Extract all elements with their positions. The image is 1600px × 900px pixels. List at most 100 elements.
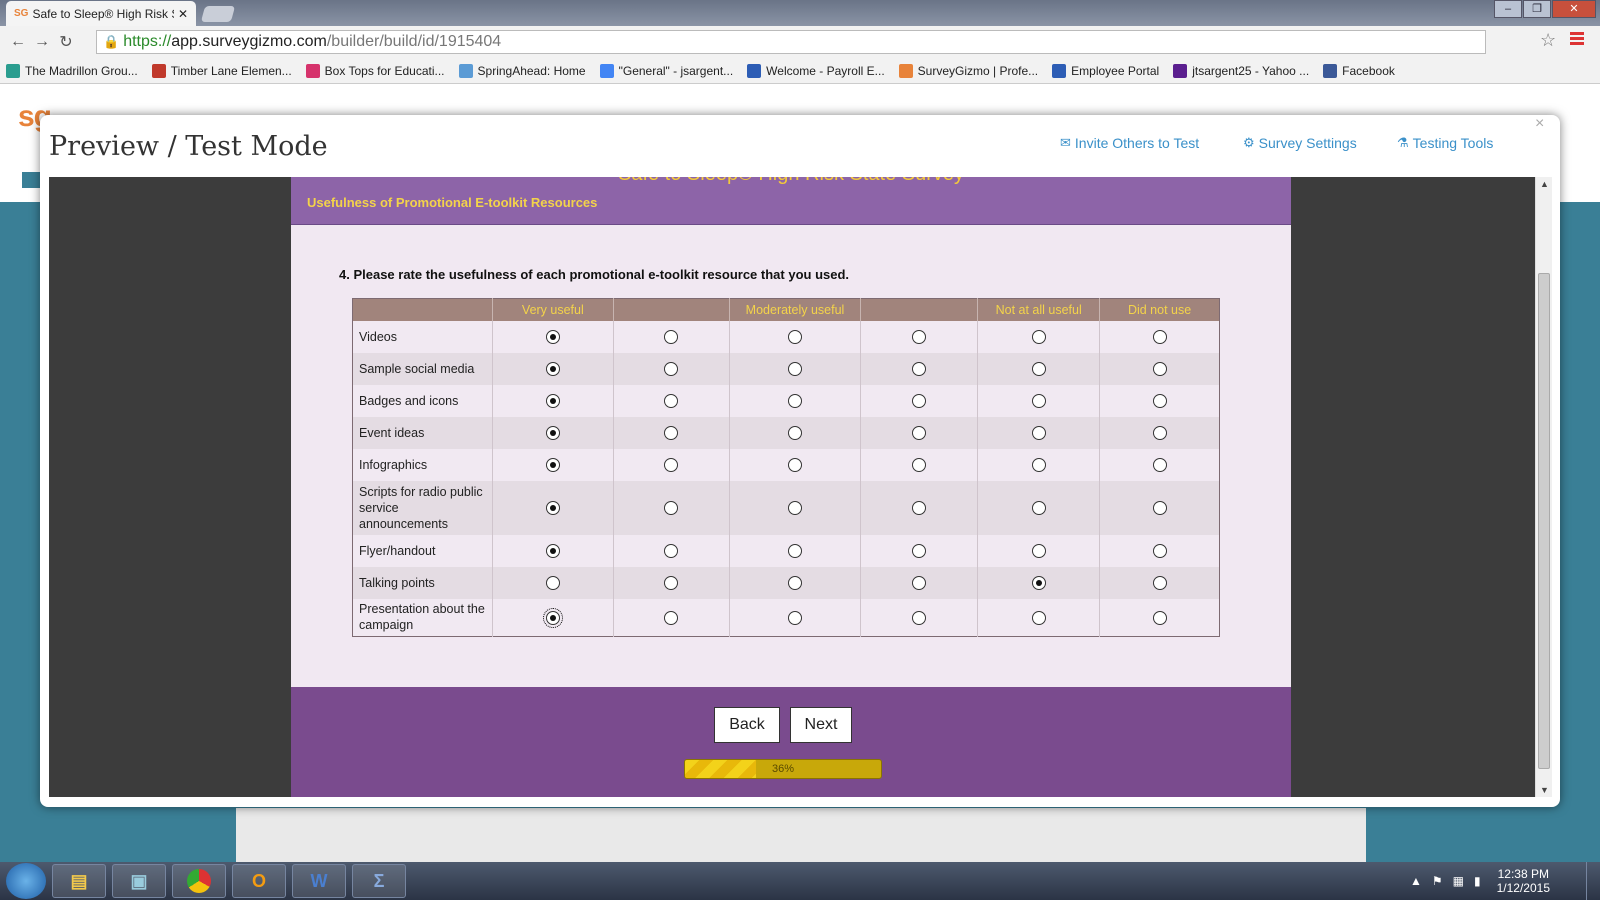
rating-radio[interactable] <box>1152 575 1167 590</box>
rating-radio[interactable] <box>664 361 679 376</box>
bookmark-item[interactable]: Welcome - Payroll E... <box>747 63 885 78</box>
grid-cell <box>728 320 861 353</box>
flag-icon[interactable]: ⚑ <box>1432 874 1443 888</box>
network-signal-icon[interactable]: ▮ <box>1474 874 1481 888</box>
show-desktop-button[interactable] <box>1586 862 1600 900</box>
bookmark-item[interactable]: Employee Portal <box>1052 63 1159 78</box>
rating-radio[interactable] <box>1031 543 1046 558</box>
rating-radio[interactable] <box>1031 500 1046 515</box>
rating-radio[interactable] <box>1152 457 1167 472</box>
rating-radio[interactable] <box>788 329 803 344</box>
rating-radio[interactable] <box>1152 543 1167 558</box>
rating-radio[interactable] <box>545 500 560 515</box>
rating-radio[interactable] <box>1152 393 1167 408</box>
rating-radio[interactable] <box>664 500 679 515</box>
rating-radio[interactable] <box>545 393 560 408</box>
rating-radio[interactable] <box>912 361 927 376</box>
rating-radio[interactable] <box>788 393 803 408</box>
browser-tab[interactable]: SG Safe to Sleep® High Risk S ✕ <box>6 1 196 26</box>
rating-radio[interactable] <box>1031 425 1046 440</box>
bookmark-item[interactable]: Box Tops for Educati... <box>305 63 445 78</box>
rating-radio[interactable] <box>545 575 560 590</box>
preview-scrollbar[interactable]: ▲ ▼ <box>1535 177 1552 797</box>
calculator-icon[interactable]: Σ <box>352 864 406 898</box>
rating-radio[interactable] <box>912 543 927 558</box>
rating-radio[interactable] <box>545 457 560 472</box>
back-button[interactable]: Back <box>714 707 780 743</box>
rating-radio[interactable] <box>664 610 679 625</box>
word-icon[interactable]: W <box>292 864 346 898</box>
rating-radio[interactable] <box>664 425 679 440</box>
rating-radio[interactable] <box>788 543 803 558</box>
clock[interactable]: 12:38 PM 1/12/2015 <box>1497 867 1550 895</box>
rating-radio[interactable] <box>912 575 927 590</box>
rating-radio[interactable] <box>545 361 560 376</box>
rating-radio[interactable] <box>788 610 803 625</box>
rating-radio[interactable] <box>664 329 679 344</box>
rating-radio[interactable] <box>912 329 927 344</box>
rating-radio[interactable] <box>1152 500 1167 515</box>
explorer-icon[interactable]: ▤ <box>52 864 106 898</box>
rating-radio[interactable] <box>788 500 803 515</box>
rating-radio[interactable] <box>788 361 803 376</box>
reload-icon[interactable]: ↻ <box>54 32 78 52</box>
bookmark-star-icon[interactable]: ☆ <box>1540 30 1556 51</box>
address-bar[interactable]: 🔒 https:// app.surveygizmo.com /builder/… <box>96 30 1486 54</box>
new-tab-button[interactable] <box>200 6 236 22</box>
minimize-icon[interactable]: ‒ <box>1494 0 1522 18</box>
rating-radio[interactable] <box>545 543 560 558</box>
back-arrow-icon[interactable]: ← <box>6 33 30 51</box>
rating-radio[interactable] <box>912 425 927 440</box>
rating-radio[interactable] <box>1031 393 1046 408</box>
rating-radio[interactable] <box>664 457 679 472</box>
rating-radio[interactable] <box>788 425 803 440</box>
rating-radio[interactable] <box>788 575 803 590</box>
rating-radio[interactable] <box>912 457 927 472</box>
scrollbar-thumb[interactable] <box>1538 273 1550 769</box>
modal-close-icon[interactable]: × <box>1535 115 1544 133</box>
rating-radio[interactable] <box>788 457 803 472</box>
bookmark-item[interactable]: Timber Lane Elemen... <box>151 63 292 78</box>
rating-radio[interactable] <box>912 610 927 625</box>
scroll-up-arrow-icon[interactable]: ▲ <box>1540 179 1549 189</box>
chrome-icon[interactable] <box>172 864 226 898</box>
start-button[interactable] <box>6 863 46 899</box>
rating-radio[interactable] <box>1152 610 1167 625</box>
survey-settings-link[interactable]: ⚙ Survey Settings <box>1243 135 1357 151</box>
rating-radio[interactable] <box>1152 329 1167 344</box>
rating-radio[interactable] <box>912 393 927 408</box>
rating-radio[interactable] <box>542 607 563 628</box>
rating-radio[interactable] <box>912 500 927 515</box>
forward-arrow-icon[interactable]: → <box>30 33 54 51</box>
rating-radio[interactable] <box>1031 361 1046 376</box>
bookmark-item[interactable]: "General" - jsargent... <box>599 63 733 78</box>
display-icon[interactable]: ▦ <box>1453 874 1464 888</box>
window-close-icon[interactable]: ✕ <box>1552 0 1596 18</box>
rating-radio[interactable] <box>1031 610 1046 625</box>
rating-radio[interactable] <box>664 543 679 558</box>
remote-desktop-icon[interactable]: ▣ <box>112 864 166 898</box>
bookmark-item[interactable]: Facebook <box>1323 63 1395 78</box>
rating-radio[interactable] <box>545 329 560 344</box>
maximize-icon[interactable]: ❐ <box>1523 0 1551 18</box>
bookmark-item[interactable]: SpringAhead: Home <box>458 63 586 78</box>
rating-radio[interactable] <box>1031 329 1046 344</box>
rating-radio[interactable] <box>1152 361 1167 376</box>
scroll-down-arrow-icon[interactable]: ▼ <box>1540 785 1549 795</box>
browser-menu-icon[interactable] <box>1570 32 1584 46</box>
rating-radio[interactable] <box>664 575 679 590</box>
next-button[interactable]: Next <box>790 707 852 743</box>
rating-radio[interactable] <box>1031 575 1046 590</box>
tray-expand-icon[interactable]: ▲ <box>1410 874 1422 888</box>
bookmark-item[interactable]: jtsargent25 - Yahoo ... <box>1173 63 1309 78</box>
outlook-icon[interactable]: O <box>232 864 286 898</box>
rating-radio[interactable] <box>1152 425 1167 440</box>
bookmark-item[interactable]: The Madrillon Grou... <box>6 63 138 78</box>
rating-radio[interactable] <box>1031 457 1046 472</box>
testing-tools-link[interactable]: ⚗ Testing Tools <box>1397 135 1493 151</box>
rating-radio[interactable] <box>664 393 679 408</box>
tab-close-icon[interactable]: ✕ <box>178 7 188 21</box>
rating-radio[interactable] <box>545 425 560 440</box>
invite-others-link[interactable]: ✉ Invite Others to Test <box>1060 135 1199 151</box>
bookmark-item[interactable]: SurveyGizmo | Profe... <box>898 63 1038 78</box>
